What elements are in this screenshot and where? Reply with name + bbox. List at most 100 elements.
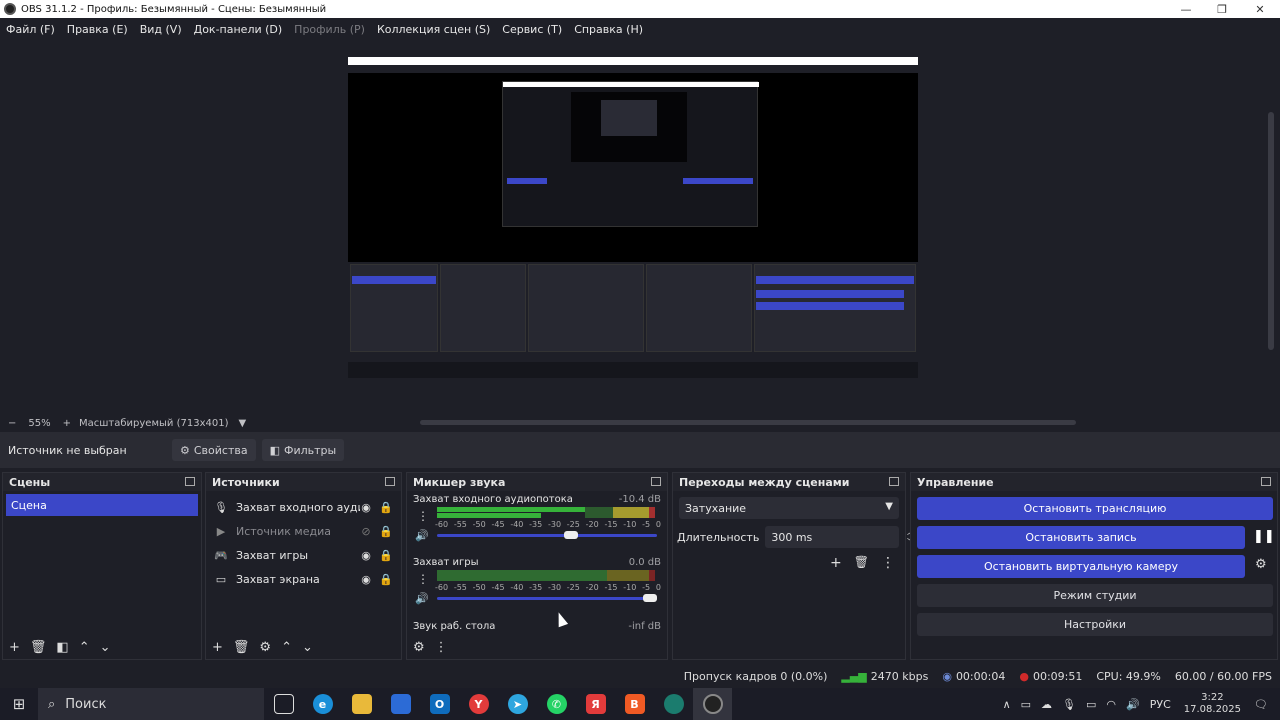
microphone-icon[interactable]: 🎙 bbox=[1062, 698, 1076, 711]
app-icon[interactable] bbox=[654, 688, 693, 720]
arrow-up-icon[interactable]: ⌃ bbox=[281, 640, 292, 655]
minimize-button[interactable]: — bbox=[1168, 0, 1204, 18]
windows-start-icon[interactable]: ⊞ bbox=[0, 688, 38, 720]
network-icon[interactable]: ▭ bbox=[1086, 698, 1096, 711]
menu-tools[interactable]: Сервис (T) bbox=[502, 23, 562, 36]
zoom-in-button[interactable]: + bbox=[63, 418, 71, 429]
cpu-usage: CPU: 49.9% bbox=[1096, 669, 1161, 683]
maximize-button[interactable]: ❐ bbox=[1204, 0, 1240, 18]
wifi-icon[interactable]: ◠ bbox=[1106, 698, 1116, 711]
channel-db: -inf dB bbox=[628, 620, 661, 632]
meter-ticks: -60 -55 -50 -45 -40 -35 -30 -25 -20 -15 -10 -5 0 bbox=[435, 520, 661, 529]
undock-icon[interactable] bbox=[185, 477, 195, 486]
battery-icon[interactable]: ▭ bbox=[1021, 698, 1031, 711]
telegram-icon[interactable]: ➤ bbox=[498, 688, 537, 720]
language-indicator[interactable]: РУС bbox=[1150, 698, 1171, 711]
source-item[interactable]: 🎙 Захват входного аудиопотока ◉ 🔒 bbox=[206, 495, 401, 519]
eye-icon[interactable]: ◉ bbox=[359, 501, 373, 514]
trash-icon[interactable]: 🗑 bbox=[30, 640, 47, 655]
close-button[interactable]: ✕ bbox=[1242, 0, 1278, 18]
more-vertical-icon[interactable]: ⋮ bbox=[881, 555, 895, 571]
properties-button[interactable]: ⚙ Свойства bbox=[172, 439, 256, 461]
settings-button[interactable]: Настройки bbox=[917, 613, 1273, 636]
arrow-up-icon[interactable]: ⌃ bbox=[79, 640, 90, 655]
volume-icon[interactable]: 🔊 bbox=[1126, 698, 1140, 711]
explorer-icon[interactable] bbox=[342, 688, 381, 720]
gear-icon[interactable]: ⚙ bbox=[259, 640, 271, 655]
filters-button[interactable]: ◧ Фильтры bbox=[261, 439, 345, 461]
stop-record-button[interactable]: Остановить запись bbox=[917, 526, 1245, 549]
lock-icon[interactable]: 🔒 bbox=[379, 501, 393, 514]
transition-select[interactable]: Затухание ▼ bbox=[679, 497, 899, 519]
trash-icon[interactable]: 🗑 bbox=[233, 640, 250, 655]
taskbar-search[interactable]: ⌕ Поиск bbox=[38, 688, 264, 720]
studio-mode-button[interactable]: Режим студии bbox=[917, 584, 1273, 607]
source-item[interactable]: ▶ Источник медиа ⊘ 🔒 bbox=[206, 519, 401, 543]
volume-slider-handle[interactable] bbox=[643, 594, 657, 602]
clock[interactable]: 3:22 17.08.2025 bbox=[1184, 692, 1241, 716]
menu-scene-collection[interactable]: Коллекция сцен (S) bbox=[377, 23, 490, 36]
more-vertical-icon[interactable]: ⋮ bbox=[417, 509, 429, 523]
obs-taskbar-icon[interactable] bbox=[693, 688, 732, 720]
pause-icon[interactable]: ❚❚ bbox=[1253, 529, 1275, 544]
cloud-icon[interactable]: ☁ bbox=[1041, 698, 1052, 711]
preview-area[interactable] bbox=[0, 40, 1280, 414]
add-icon[interactable]: + bbox=[830, 555, 842, 571]
chevron-up-icon[interactable]: ∧ bbox=[1003, 698, 1011, 711]
menu-docks[interactable]: Док-панели (D) bbox=[194, 23, 283, 36]
more-vertical-icon[interactable]: ⋮ bbox=[435, 640, 448, 655]
sources-title: Источники bbox=[212, 475, 280, 489]
menu-help[interactable]: Справка (H) bbox=[574, 23, 643, 36]
speaker-icon[interactable]: 🔊 bbox=[415, 592, 429, 605]
eye-icon[interactable]: ◉ bbox=[359, 549, 373, 562]
source-item[interactable]: 🎮 Захват игры ◉ 🔒 bbox=[206, 543, 401, 567]
add-icon[interactable]: + bbox=[9, 640, 20, 655]
scene-item[interactable]: Сцена bbox=[6, 494, 198, 516]
preview-horizontal-scrollbar[interactable] bbox=[420, 420, 1076, 425]
chevron-down-icon[interactable]: ▼ bbox=[238, 418, 246, 429]
volume-slider[interactable] bbox=[437, 534, 657, 537]
undock-icon[interactable] bbox=[889, 477, 899, 486]
undock-icon[interactable] bbox=[651, 477, 661, 486]
lock-icon[interactable]: 🔒 bbox=[379, 573, 393, 586]
preview-vertical-scrollbar[interactable] bbox=[1268, 112, 1274, 350]
lock-icon[interactable]: 🔒 bbox=[379, 525, 393, 538]
mixer-title: Микшер звука bbox=[413, 475, 506, 489]
zoom-out-button[interactable]: − bbox=[8, 418, 16, 429]
volume-slider-handle[interactable] bbox=[563, 531, 578, 539]
speaker-icon[interactable]: 🔊 bbox=[415, 529, 429, 542]
preview-canvas[interactable] bbox=[348, 57, 918, 378]
menu-file[interactable]: Файл (F) bbox=[6, 23, 55, 36]
arrow-down-icon[interactable]: ⌄ bbox=[302, 640, 313, 655]
more-vertical-icon[interactable]: ⋮ bbox=[417, 572, 429, 586]
volume-slider[interactable] bbox=[437, 597, 657, 600]
arrow-down-icon[interactable]: ⌄ bbox=[100, 640, 111, 655]
whatsapp-icon[interactable]: ✆ bbox=[537, 688, 576, 720]
gear-icon[interactable]: ⚙ bbox=[413, 640, 425, 655]
undock-icon[interactable] bbox=[385, 477, 395, 486]
duration-spinbox[interactable]: 300 ms ︿﹀ bbox=[765, 526, 915, 548]
eye-hidden-icon[interactable]: ⊘ bbox=[359, 525, 373, 538]
scene-filters-icon[interactable]: ◧ bbox=[56, 640, 68, 655]
yandex-icon[interactable]: Я bbox=[576, 688, 615, 720]
stop-stream-button[interactable]: Остановить трансляцию bbox=[917, 497, 1273, 520]
lock-icon[interactable]: 🔒 bbox=[379, 549, 393, 562]
stop-virtualcam-button[interactable]: Остановить виртуальную камеру bbox=[917, 555, 1245, 578]
source-item[interactable]: ▭ Захват экрана ◉ 🔒 bbox=[206, 567, 401, 591]
add-icon[interactable]: + bbox=[212, 640, 223, 655]
trash-icon[interactable]: 🗑 bbox=[854, 555, 869, 571]
outlook-icon[interactable]: O bbox=[420, 688, 459, 720]
task-view-icon[interactable] bbox=[264, 688, 303, 720]
edge-icon[interactable]: e bbox=[303, 688, 342, 720]
yandex-browser-icon[interactable]: Y bbox=[459, 688, 498, 720]
scale-mode[interactable]: Масштабируемый (713x401) bbox=[79, 418, 228, 429]
undock-icon[interactable] bbox=[1261, 477, 1271, 486]
store-icon[interactable] bbox=[381, 688, 420, 720]
gear-icon[interactable]: ⚙ bbox=[1255, 557, 1267, 572]
brave-icon[interactable]: B bbox=[615, 688, 654, 720]
eye-icon[interactable]: ◉ bbox=[359, 573, 373, 586]
notification-icon[interactable]: 🗨 bbox=[1254, 698, 1268, 711]
menu-edit[interactable]: Правка (E) bbox=[67, 23, 128, 36]
menu-view[interactable]: Вид (V) bbox=[140, 23, 182, 36]
sources-toolbar: + 🗑 ⚙ ⌃ ⌄ bbox=[206, 635, 401, 659]
